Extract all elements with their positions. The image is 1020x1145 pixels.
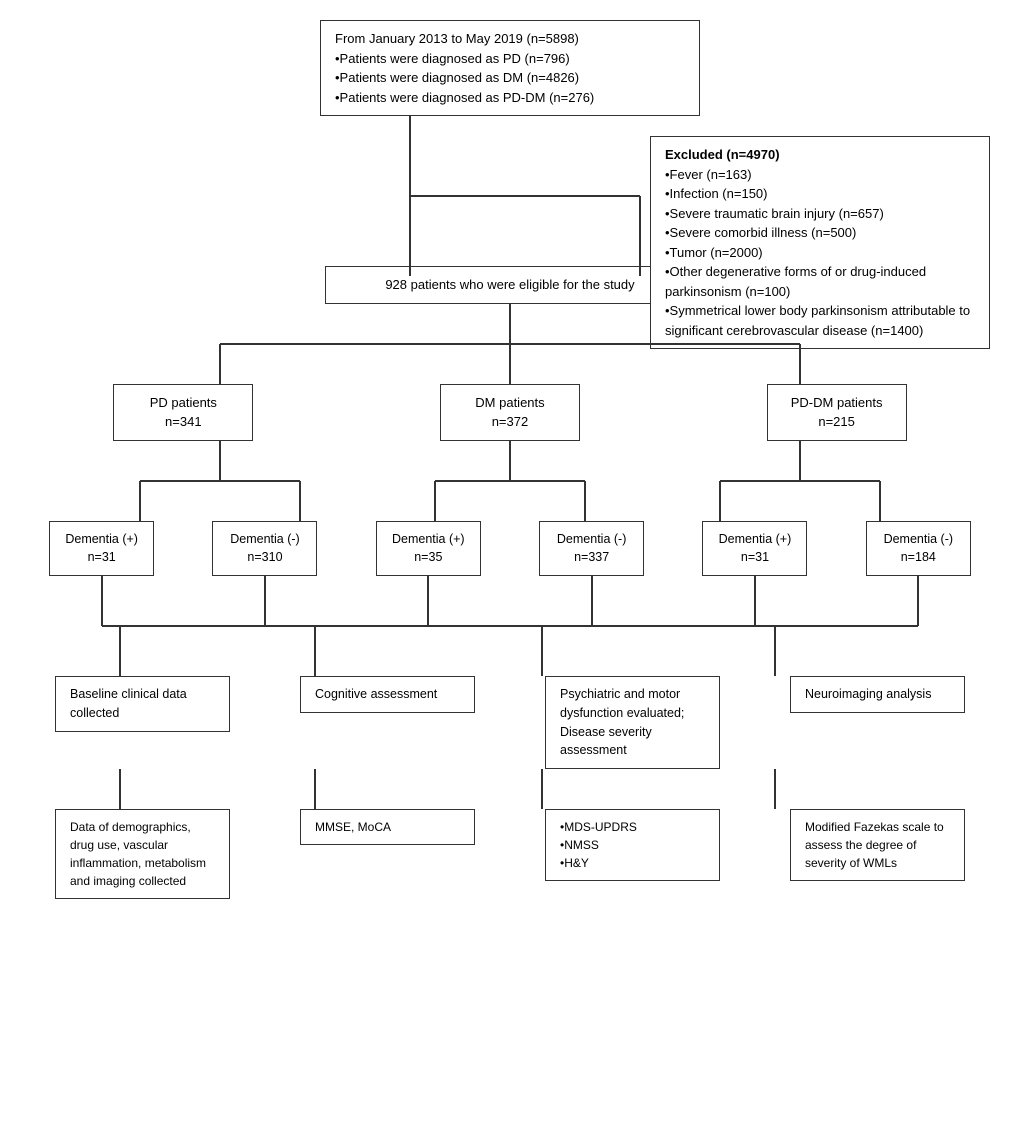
excluded-item-1: •Infection (n=150) [665, 184, 975, 204]
data-mds: •MDS-UPDRS•NMSS•H&Y [545, 809, 720, 881]
data-mds-text: •MDS-UPDRS•NMSS•H&Y [560, 818, 705, 872]
top-line4: •Patients were diagnosed as PD-DM (n=276… [335, 88, 685, 108]
dem-pd-plus: Dementia (+) n=31 [49, 521, 154, 577]
dem-pddm-minus-label: Dementia (-) [881, 530, 956, 549]
assess-cognitive: Cognitive assessment [300, 676, 475, 713]
data-demographics: Data of demographics, drug use, vascular… [55, 809, 230, 899]
dem-pd-minus-label: Dementia (-) [227, 530, 302, 549]
group-pddm: PD-DM patients n=215 [767, 384, 907, 441]
top-line3: •Patients were diagnosed as DM (n=4826) [335, 68, 685, 88]
dem-pddm-plus-n: n=31 [717, 548, 792, 567]
dem-dm-plus: Dementia (+) n=35 [376, 521, 481, 577]
group-dm: DM patients n=372 [440, 384, 580, 441]
dem-pddm-minus: Dementia (-) n=184 [866, 521, 971, 577]
excluded-item-5: •Other degenerative forms of or drug-ind… [665, 262, 975, 301]
dem-pd-minus-n: n=310 [227, 548, 302, 567]
dem-dm-plus-n: n=35 [391, 548, 466, 567]
top-box: From January 2013 to May 2019 (n=5898) •… [320, 20, 700, 116]
excluded-item-2: •Severe traumatic brain injury (n=657) [665, 204, 975, 224]
group-dm-n: n=372 [455, 412, 565, 432]
assess-neuro-title: Neuroimaging analysis [805, 685, 950, 704]
dem-pddm-plus: Dementia (+) n=31 [702, 521, 807, 577]
dem-pddm-minus-n: n=184 [881, 548, 956, 567]
data-demographics-text: Data of demographics, drug use, vascular… [70, 818, 215, 890]
excluded-item-4: •Tumor (n=2000) [665, 243, 975, 263]
group-pddm-n: n=215 [782, 412, 892, 432]
assess-cognitive-title: Cognitive assessment [315, 685, 460, 704]
top-line1: From January 2013 to May 2019 (n=5898) [335, 29, 685, 49]
data-mmse-text: MMSE, MoCA [315, 818, 460, 836]
assess-neuro: Neuroimaging analysis [790, 676, 965, 713]
dem-dm-minus-label: Dementia (-) [554, 530, 629, 549]
group-pddm-label: PD-DM patients [782, 393, 892, 413]
data-fazekas: Modified Fazekas scale to assess the deg… [790, 809, 965, 881]
excluded-title: Excluded (n=4970) [665, 145, 975, 165]
eligible-text: 928 patients who were eligible for the s… [385, 277, 634, 292]
dem-pd-plus-label: Dementia (+) [64, 530, 139, 549]
dem-dm-plus-label: Dementia (+) [391, 530, 466, 549]
assess-baseline: Baseline clinical data collected [55, 676, 230, 732]
group-dm-label: DM patients [455, 393, 565, 413]
group-pd: PD patients n=341 [113, 384, 253, 441]
group-pd-label: PD patients [128, 393, 238, 413]
data-mmse: MMSE, MoCA [300, 809, 475, 845]
data-fazekas-text: Modified Fazekas scale to assess the deg… [805, 818, 950, 872]
dem-pd-minus: Dementia (-) n=310 [212, 521, 317, 577]
excluded-item-3: •Severe comorbid illness (n=500) [665, 223, 975, 243]
dem-pd-plus-n: n=31 [64, 548, 139, 567]
assess-baseline-title: Baseline clinical data collected [70, 685, 215, 723]
assess-psychiatric-title: Psychiatric and motor dysfunction evalua… [560, 685, 705, 760]
dem-dm-minus: Dementia (-) n=337 [539, 521, 644, 577]
assess-psychiatric: Psychiatric and motor dysfunction evalua… [545, 676, 720, 769]
excluded-item-0: •Fever (n=163) [665, 165, 975, 185]
top-line2: •Patients were diagnosed as PD (n=796) [335, 49, 685, 69]
flowchart: From January 2013 to May 2019 (n=5898) •… [20, 20, 1000, 899]
dem-pddm-plus-label: Dementia (+) [717, 530, 792, 549]
group-pd-n: n=341 [128, 412, 238, 432]
dem-dm-minus-n: n=337 [554, 548, 629, 567]
